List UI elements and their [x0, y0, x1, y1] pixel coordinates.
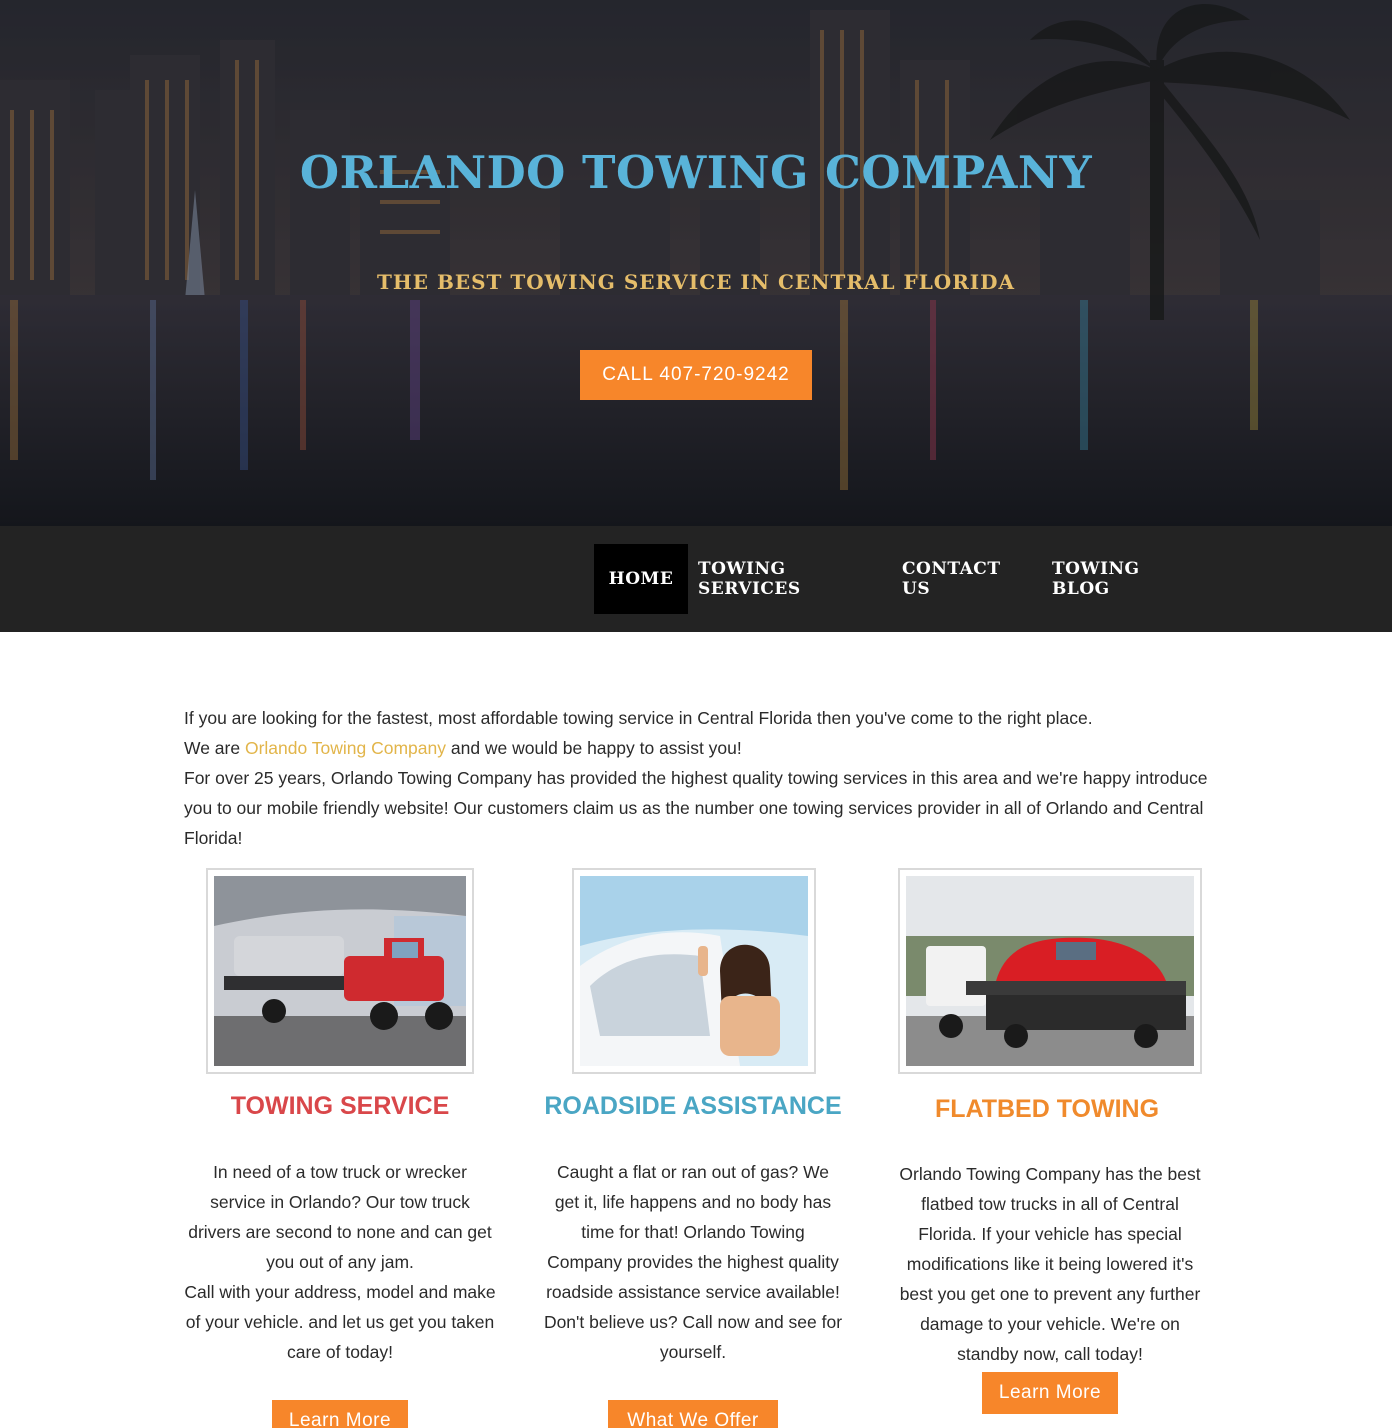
- intro-line-3: For over 25 years, Orlando Towing Compan…: [184, 768, 1208, 848]
- towing-service-heading-text: TOWING SERVICE: [230, 1092, 450, 1120]
- intro-line-1: If you are looking for the fastest, most…: [184, 708, 1093, 728]
- towing-service-text-1: In need of a tow truck or wrecker servic…: [188, 1162, 492, 1272]
- tow-truck-photo: [206, 868, 474, 1074]
- nav-item-contact-us[interactable]: CONTACT US: [902, 544, 1032, 614]
- roadside-assistance-text: Caught a flat or ran out of gas? We get …: [543, 1162, 843, 1362]
- hero-title: ORLANDO TOWING COMPANY: [299, 146, 1093, 199]
- flatbed-towing-text: Orlando Towing Company has the best flat…: [899, 1164, 1201, 1364]
- nav-item-home[interactable]: HOME: [594, 544, 688, 614]
- towing-service-text: In need of a tow truck or wrecker servic…: [184, 1157, 496, 1367]
- intro-line-2-after: and we would be happy to assist you!: [446, 738, 742, 758]
- nav-item-towing-services[interactable]: TOWING SERVICES: [698, 544, 882, 614]
- woman-in-car-image: [580, 876, 808, 1066]
- company-link[interactable]: Orlando Towing Company: [245, 738, 446, 758]
- towing-service-learn-more-button[interactable]: Learn More: [272, 1400, 408, 1428]
- call-phone-button[interactable]: CALL 407-720-9242: [580, 350, 812, 400]
- towing-service-text-2: Call with your address, model and make o…: [184, 1282, 496, 1362]
- what-we-offer-button[interactable]: What We Offer: [608, 1400, 778, 1428]
- flatbed-photo: [898, 868, 1202, 1074]
- intro-line-2-before: We are: [184, 738, 245, 758]
- red-tow-truck-image: [214, 876, 466, 1066]
- hero-banner: ORLANDO TOWING COMPANY THE BEST TOWING S…: [0, 0, 1392, 526]
- intro-line-2: We are Orlando Towing Company and we wou…: [184, 733, 1214, 763]
- flatbed-towing-heading-text: FLATBED TOWING: [934, 1095, 1160, 1123]
- roadside-assistance-heading: ROADSIDE ASSISTANCE: [538, 1092, 848, 1121]
- roadside-assistance-heading-text: ROADSIDE ASSISTANCE: [544, 1092, 842, 1120]
- flatbed-towing-heading: FLATBED TOWING: [896, 1095, 1198, 1124]
- hero-overlay: [0, 0, 1392, 526]
- intro-text: If you are looking for the fastest, most…: [184, 703, 1214, 853]
- nav-item-towing-blog[interactable]: TOWING BLOG: [1052, 544, 1198, 614]
- main-navigation: HOME TOWING SERVICES CONTACT US TOWING B…: [0, 526, 1392, 632]
- hero-subtitle: THE BEST TOWING SERVICE IN CENTRAL FLORI…: [376, 270, 1016, 294]
- flatbed-sports-car-image: [906, 876, 1194, 1066]
- towing-service-heading: TOWING SERVICE: [184, 1092, 496, 1121]
- roadside-photo: [572, 868, 816, 1074]
- flatbed-learn-more-button[interactable]: Learn More: [982, 1372, 1118, 1414]
